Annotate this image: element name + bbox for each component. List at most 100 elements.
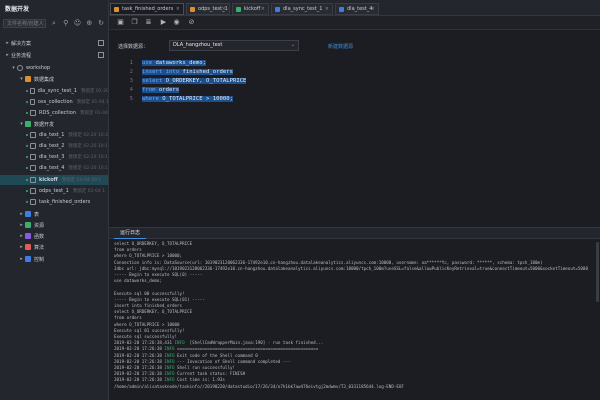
status-dot-icon: [26, 190, 28, 192]
sidebar-item[interactable]: ▸ 资源: [0, 220, 108, 230]
sidebar-item[interactable]: task_finished_orders: [0, 197, 108, 207]
sidebar-item[interactable]: ▸ 解决方案: [0, 38, 108, 48]
sidebar-item-label: oss_collection: [37, 99, 73, 105]
format-icon[interactable]: ≣: [145, 19, 152, 26]
selected-text: use dataworks_demo;: [142, 60, 207, 66]
chevron-right-icon[interactable]: ▸: [4, 52, 11, 58]
status-dot-icon: [26, 112, 28, 114]
folder-icon: [25, 244, 31, 250]
chevron-down-icon[interactable]: ▾: [18, 76, 25, 82]
run-icon[interactable]: ▶: [160, 19, 167, 26]
close-icon[interactable]: ×: [176, 6, 180, 12]
chevron-down-icon[interactable]: ▸: [18, 244, 25, 250]
node-icon: [30, 132, 36, 138]
tab-dla-sync-test-1[interactable]: dla_sync_test_1 ×: [271, 3, 333, 15]
sidebar-item[interactable]: ▸ 函数: [0, 231, 108, 241]
new-datasource-link[interactable]: 新建数据源: [328, 43, 353, 50]
copy-icon[interactable]: ❐: [131, 19, 138, 26]
sidebar-item[interactable]: dla_test_1 我锁定 02-20 10:3: [0, 130, 108, 140]
folder-icon: [25, 121, 31, 127]
grid-icon[interactable]: [98, 40, 104, 46]
sidebar-item-label: task_finished_orders: [39, 199, 91, 205]
close-icon[interactable]: ×: [261, 6, 265, 12]
sidebar-item-meta: 我锁定 01-04 1: [76, 100, 109, 105]
tab-odps-test-1[interactable]: odps_test_1 ×: [186, 3, 230, 15]
status-dot-icon: [26, 90, 28, 92]
datasource-row: 选择数据源： DLA_hangzhou_test ⌄ 新建数据源: [109, 31, 600, 57]
save-icon[interactable]: ▣: [117, 19, 124, 26]
close-icon[interactable]: ×: [371, 6, 375, 12]
sql-editor[interactable]: 1 use dataworks_demo; 2 insert into finishe…: [109, 57, 600, 227]
tab-label: dla_sync_test_1: [283, 6, 323, 12]
status-dot-icon: [26, 179, 28, 181]
sidebar-item[interactable]: ▾ 数据开发: [0, 119, 108, 129]
chevron-right-icon[interactable]: ▸: [4, 40, 11, 46]
tab-run-log[interactable]: 运行日志: [114, 228, 147, 239]
run-log-panel: 运行日志 select O_ORDERKEY, O_TOTALPRICE from…: [109, 227, 600, 400]
sidebar-item[interactable]: ▸ 表: [0, 209, 108, 219]
chevron-down-icon[interactable]: ▸: [18, 211, 25, 217]
sidebar: 数据开发 文件名称/创建人 ⌕ ⚲ ☺ ⊕ ↻ ▸ 解决方案 ▸ 业务流程 ▾ works…: [0, 0, 109, 400]
chevron-down-icon[interactable]: ▸: [18, 233, 25, 239]
grid-icon[interactable]: [98, 52, 104, 58]
log-tab-bar: 运行日志: [109, 228, 600, 239]
code-line[interactable]: where O_TOTALPRICE > 10000;: [142, 96, 233, 102]
log-line: /home/admin/alisatasknode/taskinfo//2019…: [114, 383, 404, 389]
sidebar-item[interactable]: ▾ 数据集成: [0, 74, 108, 84]
sidebar-item[interactable]: dla_test_4 我锁定 02-20 10:1: [0, 163, 108, 173]
status-dot-icon: [26, 101, 28, 103]
file-search-input[interactable]: 文件名称/创建人: [3, 18, 47, 28]
sidebar-item[interactable]: ▸ 算法: [0, 242, 108, 252]
sidebar-item[interactable]: oss_collection 我锁定 01-04 1: [0, 97, 109, 107]
tab-kickoff[interactable]: kickoff ×: [232, 3, 269, 15]
sidebar-item[interactable]: odps_test_1 我锁定 01-04 1: [0, 186, 108, 196]
node-icon: [30, 188, 36, 194]
code-line[interactable]: from orders: [142, 87, 180, 93]
chevron-down-icon[interactable]: ▾: [18, 121, 25, 127]
sidebar-item[interactable]: kickoff 我锁定 01-04 09:1: [0, 175, 108, 185]
sidebar-item[interactable]: RDS_collection 我锁定 01-04: [0, 108, 108, 118]
search-icon[interactable]: ⌕: [50, 19, 58, 28]
node-icon: [30, 199, 36, 205]
editor-toolbar: ▣ ❐ ≣ ▶ ◉ ⊘: [109, 16, 600, 30]
sidebar-item[interactable]: dla_test_3 我锁定 02-20 10:1: [0, 152, 108, 162]
tab-task-finished-orders[interactable]: task_finished_orders ×: [110, 3, 184, 15]
chevron-down-icon[interactable]: ▸: [18, 222, 25, 228]
code-line[interactable]: use dataworks_demo;: [142, 60, 207, 66]
sidebar-item-label: 数据开发: [34, 121, 55, 128]
node-icon: [29, 99, 35, 105]
line-number: 1: [129, 60, 133, 66]
sidebar-item-label: workshop: [26, 65, 51, 71]
sidebar-item-label: 解决方案: [11, 40, 32, 47]
editor-tab-bar: task_finished_orders × odps_test_1 × kickoff…: [109, 0, 600, 16]
close-icon[interactable]: ×: [325, 6, 329, 12]
sidebar-item[interactable]: ▸ 业务流程: [0, 50, 108, 60]
sidebar-item[interactable]: dla_test_2 我锁定 02-20 10:1: [0, 141, 108, 151]
filter-icon[interactable]: ⚲: [62, 19, 70, 28]
status-dot-icon: [26, 134, 28, 136]
refresh-icon[interactable]: ↻: [97, 19, 105, 28]
chevron-down-icon[interactable]: ▸: [18, 256, 25, 262]
more-icon[interactable]: ⊘: [188, 19, 195, 26]
code-line[interactable]: insert into finished_orders: [142, 69, 233, 75]
log-output: select O_ORDERKEY, O_TOTALPRICE from orde…: [114, 241, 596, 397]
code-line[interactable]: select O_ORDERKEY, O_TOTALPRICE: [142, 78, 247, 84]
sidebar-item[interactable]: ▸ 控制: [0, 254, 108, 264]
status-dot-icon: [26, 156, 28, 158]
node-icon: [30, 177, 36, 183]
chevron-down-icon[interactable]: ▾: [10, 65, 17, 71]
folder-icon: [25, 233, 31, 239]
sidebar-item-meta: 我锁定 02-20 10:1: [68, 144, 108, 149]
close-icon[interactable]: ×: [222, 6, 226, 12]
stop-icon[interactable]: ◉: [173, 19, 180, 26]
line-number: 2: [129, 69, 133, 75]
sidebar-item[interactable]: dla_sync_test_1 我锁定 02-20: [0, 86, 109, 96]
sidebar-item[interactable]: ▾ workshop: [0, 63, 108, 73]
tab-dla-test-4[interactable]: dla_test_4 ×: [335, 3, 379, 15]
tab-label: task_finished_orders: [122, 6, 174, 12]
log-scrollbar[interactable]: [596, 242, 599, 302]
datasource-select[interactable]: DLA_hangzhou_test ⌄: [169, 40, 299, 51]
sidebar-item-meta: 我锁定 02-20: [80, 89, 109, 94]
user-icon[interactable]: ☺: [74, 19, 82, 28]
plus-icon[interactable]: ⊕: [85, 19, 93, 28]
